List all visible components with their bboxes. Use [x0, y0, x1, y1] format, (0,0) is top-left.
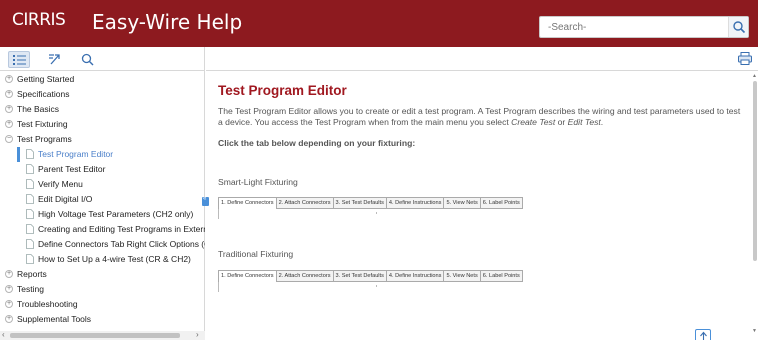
tab-define-connectors[interactable]: 1. Define Connectors	[218, 270, 277, 282]
page-icon	[26, 194, 34, 204]
page-icon	[26, 209, 34, 219]
fixturing-instruction: Click the tab below depending on your fi…	[218, 138, 416, 148]
page-icon	[26, 179, 34, 189]
toc-item-creating-editing-external[interactable]: Creating and Editing Test Programs in Ex…	[0, 222, 205, 237]
sidebar-toolbar	[0, 47, 205, 71]
page-icon	[26, 164, 34, 174]
tab-panel-edge	[218, 282, 219, 292]
print-button[interactable]	[738, 52, 752, 70]
back-to-top-button[interactable]	[695, 329, 711, 340]
tab-label-points[interactable]: 6. Label Points	[480, 270, 523, 282]
index-icon	[49, 54, 60, 65]
scroll-up-icon[interactable]: ▲	[752, 73, 757, 79]
smart-light-heading: Smart-Light Fixturing	[218, 177, 298, 187]
toc-item-supplemental-tools[interactable]: + Supplemental Tools	[0, 312, 205, 327]
app-header: CIRRIS Easy-Wire Help	[0, 0, 758, 47]
toc-item-test-fixturing[interactable]: + Test Fixturing	[0, 117, 205, 132]
printer-icon	[738, 52, 752, 65]
page-title: Test Program Editor	[218, 83, 347, 98]
toc-item-the-basics[interactable]: + The Basics	[0, 102, 205, 117]
smart-light-tabs: 1. Define Connectors 2. Attach Connector…	[218, 197, 523, 209]
create-test-term: Create Test	[511, 117, 556, 127]
sidebar: + Getting Started + Specifications + The…	[0, 47, 205, 340]
tab-attach-connectors[interactable]: 2. Attach Connectors	[276, 197, 334, 209]
selection-indicator	[17, 147, 20, 162]
contents-icon	[13, 55, 26, 65]
expand-icon[interactable]: +	[5, 300, 13, 308]
search-button[interactable]	[728, 17, 748, 37]
sidebar-toggle[interactable]: «	[202, 196, 209, 206]
scrollbar-thumb[interactable]	[753, 81, 757, 261]
traditional-tabs: 1. Define Connectors 2. Attach Connector…	[218, 270, 523, 282]
expand-icon[interactable]: +	[5, 270, 13, 278]
toc-item-verify-menu[interactable]: Verify Menu	[0, 177, 205, 192]
page-icon	[26, 239, 34, 249]
expand-icon[interactable]: +	[5, 90, 13, 98]
tab-set-test-defaults[interactable]: 3. Set Test Defaults	[333, 197, 387, 209]
sidebar-horizontal-scrollbar[interactable]: ‹ ›	[0, 330, 205, 340]
tab-label-points[interactable]: 6. Label Points	[480, 197, 523, 209]
index-tab-button[interactable]	[44, 51, 66, 68]
toc-item-troubleshooting[interactable]: + Troubleshooting	[0, 297, 205, 312]
toc-item-edit-digital-io[interactable]: Edit Digital I/O	[0, 192, 205, 207]
toc-item-test-programs[interactable]: − Test Programs	[0, 132, 205, 147]
tab-view-nets[interactable]: 5. View Nets	[444, 197, 481, 209]
scroll-down-icon[interactable]: ▼	[752, 328, 757, 334]
search-box	[539, 16, 749, 38]
tab-attach-connectors[interactable]: 2. Attach Connectors	[276, 270, 334, 282]
scrollbar-thumb[interactable]	[10, 333, 180, 338]
search-tab-button[interactable]	[77, 51, 99, 68]
expand-icon[interactable]: +	[5, 315, 13, 323]
toc-item-specifications[interactable]: + Specifications	[0, 87, 205, 102]
search-icon	[81, 53, 94, 66]
app-title: Easy-Wire Help	[92, 10, 243, 34]
content-toolbar	[206, 47, 758, 71]
tab-panel-edge	[218, 209, 219, 219]
traditional-heading: Traditional Fixturing	[218, 249, 294, 259]
scroll-right-icon[interactable]: ›	[196, 330, 199, 339]
tab-define-instructions[interactable]: 4. Define Instructions	[386, 270, 445, 282]
scroll-left-icon[interactable]: ‹	[2, 330, 5, 339]
toc-item-getting-started[interactable]: + Getting Started	[0, 72, 205, 87]
tab-panel-mark	[376, 285, 377, 287]
toc-item-test-program-editor[interactable]: Test Program Editor	[0, 147, 205, 162]
tab-view-nets[interactable]: 5. View Nets	[444, 270, 481, 282]
magnifier-icon	[733, 21, 746, 34]
edit-test-term: Edit Test	[567, 117, 601, 127]
toc-item-parent-test-editor[interactable]: Parent Test Editor	[0, 162, 205, 177]
tab-define-instructions[interactable]: 4. Define Instructions	[386, 197, 445, 209]
double-arrow-icon: «	[203, 196, 207, 202]
toc-item-testing[interactable]: + Testing	[0, 282, 205, 297]
arrow-up-icon	[700, 331, 707, 340]
page-icon	[26, 149, 34, 159]
expand-icon[interactable]: +	[5, 105, 13, 113]
search-input[interactable]	[540, 17, 728, 37]
cirris-logo[interactable]: CIRRIS	[12, 10, 66, 30]
page-icon	[26, 254, 34, 264]
expand-icon[interactable]: +	[5, 120, 13, 128]
tab-set-test-defaults[interactable]: 3. Set Test Defaults	[333, 270, 387, 282]
toc-item-define-connectors-right-click[interactable]: Define Connectors Tab Right Click Option…	[0, 237, 205, 252]
contents-tab-button[interactable]	[8, 51, 30, 68]
expand-icon[interactable]: +	[5, 285, 13, 293]
toc-item-reports[interactable]: + Reports	[0, 267, 205, 282]
collapse-icon[interactable]: −	[5, 135, 13, 143]
tab-define-connectors[interactable]: 1. Define Connectors	[218, 197, 277, 209]
main-content: « Test Program Editor The Test Program E…	[202, 47, 758, 340]
intro-paragraph: The Test Program Editor allows you to cr…	[218, 106, 741, 127]
tab-panel-mark	[376, 212, 377, 214]
page-icon	[26, 224, 34, 234]
content-vertical-scrollbar[interactable]: ▲ ▼	[752, 71, 758, 340]
toc-item-four-wire-test[interactable]: How to Set Up a 4-wire Test (CR & CH2)	[0, 252, 205, 267]
expand-icon[interactable]: +	[5, 75, 13, 83]
toc-item-high-voltage[interactable]: High Voltage Test Parameters (CH2 only)	[0, 207, 205, 222]
